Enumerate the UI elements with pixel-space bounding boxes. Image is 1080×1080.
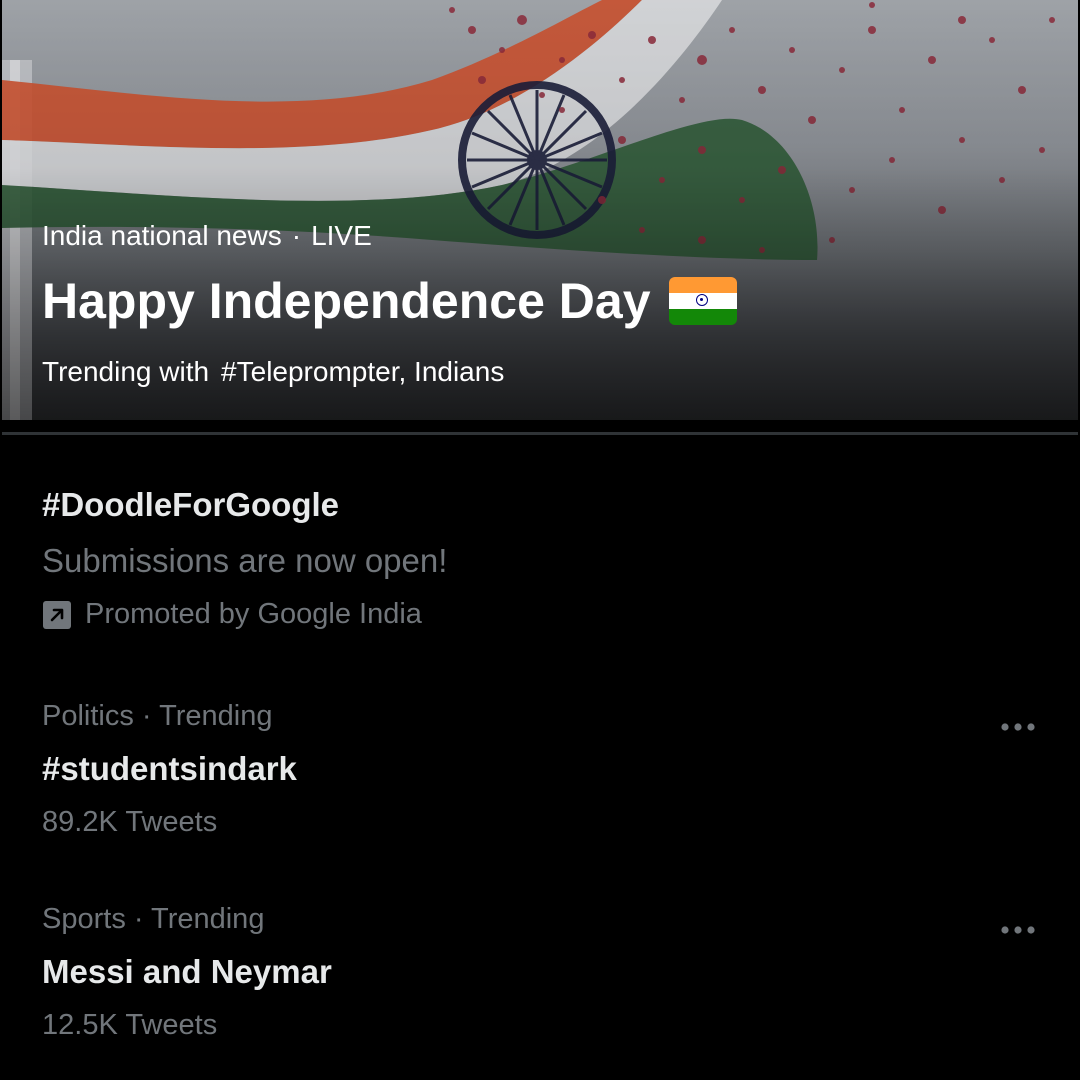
- hero-separator: ·: [291, 220, 302, 251]
- promoted-arrow-icon: [43, 600, 71, 629]
- trend-item[interactable]: Sports · Trending Messi and Neymar 12.5K…: [0, 903, 1080, 1063]
- india-flag-icon: [668, 277, 737, 325]
- hero-trending-line: Trending with #Teleprompter, Indians: [42, 356, 504, 388]
- trend-title: Messi and Neymar: [42, 953, 332, 990]
- more-horizontal-icon[interactable]: [998, 712, 1038, 742]
- trend-item[interactable]: Politics · Trending #studentsindark 89.2…: [0, 700, 1080, 860]
- hero-trend-card[interactable]: India national news · LIVE Happy Independe…: [2, 0, 1078, 420]
- hero-trending-terms[interactable]: #Teleprompter, Indians: [221, 356, 504, 387]
- hero-title-row: Happy Independence Day: [42, 272, 737, 330]
- promoted-trend-title: #DoodleForGoogle: [42, 486, 339, 523]
- more-horizontal-icon[interactable]: [998, 915, 1038, 945]
- hero-meta-line: India national news · LIVE: [42, 220, 372, 252]
- trend-context: Politics · Trending: [42, 700, 273, 732]
- promoted-trend-item[interactable]: #DoodleForGoogle Submissions are now ope…: [0, 480, 1080, 650]
- promoted-by-row: Promoted by Google India: [42, 598, 422, 631]
- explore-trends-screen: India national news · LIVE Happy Independe…: [0, 0, 1080, 1080]
- hero-category: India national news: [42, 220, 282, 251]
- trend-tweet-count: 12.5K Tweets: [42, 1009, 218, 1041]
- hero-title: Happy Independence Day: [42, 273, 651, 329]
- trend-context: Sports · Trending: [42, 903, 265, 935]
- promoted-trend-description: Submissions are now open!: [42, 542, 448, 579]
- hero-live-label: LIVE: [311, 220, 372, 251]
- promoted-by-label: Promoted by Google India: [85, 598, 422, 630]
- section-divider: [2, 432, 1078, 435]
- trend-title: #studentsindark: [42, 750, 297, 787]
- hero-trending-prefix: Trending with: [42, 356, 210, 387]
- trend-tweet-count: 89.2K Tweets: [42, 806, 218, 838]
